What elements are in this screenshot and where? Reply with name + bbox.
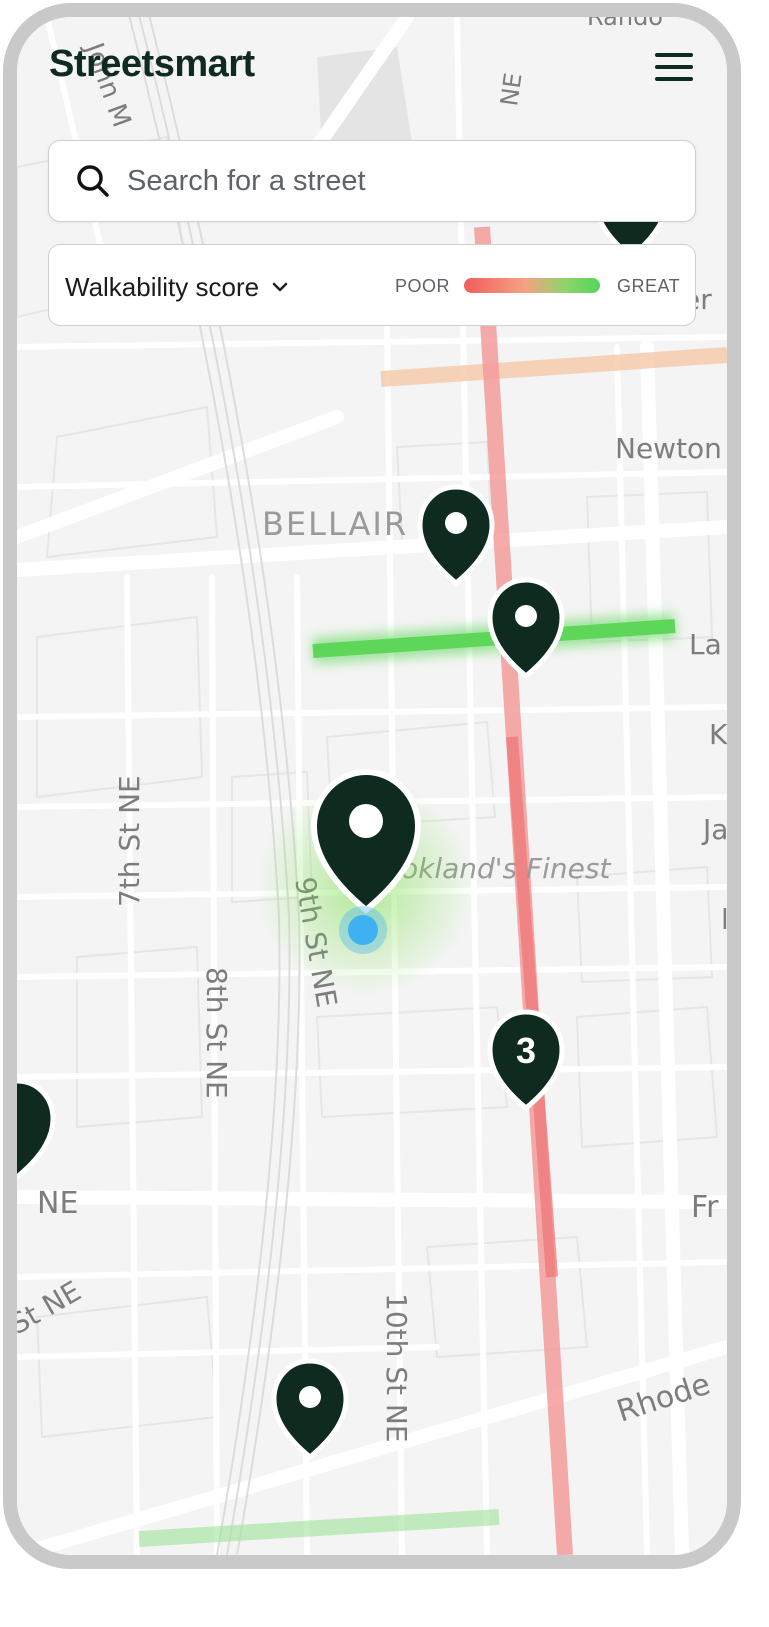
street-label-7th: 7th St NE bbox=[113, 775, 146, 907]
search-bar[interactable] bbox=[48, 140, 696, 222]
street-label-la: La bbox=[689, 628, 722, 661]
menu-button[interactable] bbox=[649, 43, 697, 91]
legend-panel: Walkability score POOR GREAT bbox=[48, 244, 696, 326]
search-icon bbox=[77, 165, 109, 197]
phone-frame: BELLAIR okland's Finest Newton La K Ja l… bbox=[3, 3, 741, 1569]
street-label-l: l bbox=[721, 903, 727, 936]
legend-low-label: POOR bbox=[395, 276, 451, 296]
metric-label: Walkability score bbox=[65, 271, 260, 302]
street-label-top-ne: NE bbox=[495, 71, 527, 108]
current-location-icon bbox=[339, 906, 387, 954]
street-label-newton: Newton bbox=[615, 432, 722, 465]
street-label-k: K bbox=[709, 718, 727, 751]
street-label-top: Rando bbox=[587, 17, 663, 31]
legend-high-label: GREAT bbox=[617, 276, 681, 296]
app-title: Streetsmart bbox=[49, 43, 255, 85]
chevron-down-icon bbox=[272, 282, 288, 292]
street-label-ja: Ja bbox=[701, 813, 727, 846]
street-label-8th: 8th St NE bbox=[200, 967, 233, 1099]
neighborhood-label: BELLAIR bbox=[262, 505, 408, 543]
metric-dropdown[interactable]: Walkability score bbox=[65, 267, 289, 307]
street-label-ne: NE bbox=[37, 1186, 78, 1221]
legend-gradient-bar bbox=[464, 278, 600, 293]
search-input[interactable] bbox=[127, 155, 667, 207]
cluster-count: 3 bbox=[516, 1030, 536, 1071]
street-label-fr: Fr bbox=[691, 1190, 719, 1225]
street-label-10th: 10th St NE bbox=[380, 1293, 413, 1443]
